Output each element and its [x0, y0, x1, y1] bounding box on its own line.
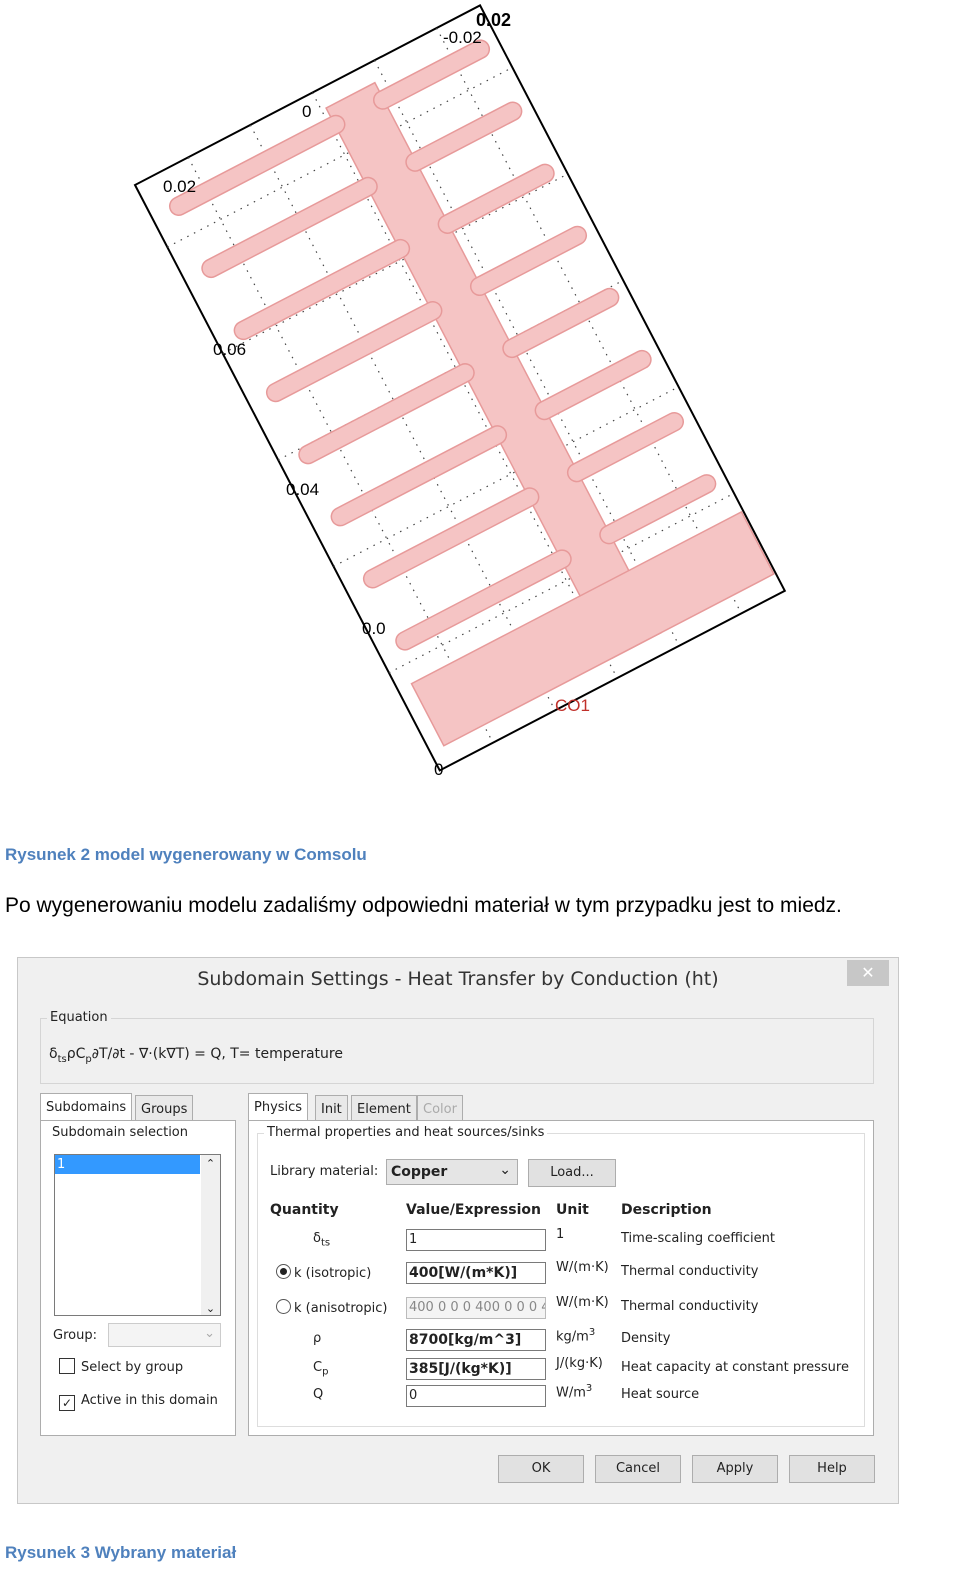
quantity-cell: Cp: [313, 1360, 329, 1378]
description-cell: Thermal conductivity: [621, 1264, 759, 1279]
help-button[interactable]: Help: [789, 1455, 875, 1483]
thermal-group-label: Thermal properties and heat sources/sink…: [264, 1125, 548, 1140]
chevron-down-icon: ⌄: [204, 1326, 215, 1341]
tick-label: 0.02: [476, 10, 511, 30]
active-in-domain-checkbox[interactable]: ✓ Active in this domain: [59, 1393, 218, 1411]
subdomain-settings-dialog: Subdomain Settings - Heat Transfer by Co…: [17, 957, 899, 1504]
tick-label: 0: [434, 760, 443, 779]
heatsink-fin: [405, 101, 523, 172]
quantity-cell: Q: [313, 1387, 324, 1402]
unit-cell: W/(m·K): [556, 1260, 609, 1275]
tab-subdomains[interactable]: Subdomains: [40, 1093, 133, 1122]
quantity-cell: ρ: [313, 1331, 322, 1346]
heatsink-fin: [566, 412, 684, 483]
radio-button[interactable]: [276, 1264, 291, 1279]
tick-label: 0.02: [163, 177, 196, 196]
comsol-geometry-figure: 0.02 -0.02 0 0.02 0.06 0.04 0.0 0 CO1: [133, 4, 787, 779]
heatsink-fin: [534, 349, 652, 421]
group-label: Group:: [53, 1328, 97, 1343]
unit-cell: kg/m3: [556, 1327, 596, 1345]
unit-cell: W/m3: [556, 1383, 593, 1401]
header-unit: Unit: [556, 1202, 589, 1218]
value-input[interactable]: 1: [406, 1229, 546, 1251]
ok-button[interactable]: OK: [498, 1455, 584, 1483]
tick-label: 0.06: [213, 340, 246, 359]
quantity-cell[interactable]: k (anisotropic): [276, 1299, 387, 1316]
value-input[interactable]: 0: [406, 1385, 546, 1407]
close-icon: ✕: [861, 963, 875, 982]
tab-element[interactable]: Element: [351, 1095, 417, 1122]
grid-lines: [167, 27, 742, 743]
heatsink-fin: [437, 163, 555, 234]
description-cell: Heat source: [621, 1387, 700, 1402]
paragraph: Po wygenerowaniu modelu zadaliśmy odpowi…: [5, 894, 842, 917]
scroll-up-icon[interactable]: ⌃: [201, 1155, 220, 1173]
equation-text: δtsρCp∂T/∂t - ∇·(k∇T) = Q, T= temperatur…: [49, 1046, 343, 1065]
tab-init[interactable]: Init: [315, 1095, 348, 1122]
unit-cell: 1: [556, 1227, 565, 1242]
header-quantity: Quantity: [270, 1202, 339, 1218]
unit-cell: W/(m·K): [556, 1295, 609, 1310]
tick-label: -0.02: [443, 28, 482, 47]
dialog-title: Subdomain Settings - Heat Transfer by Co…: [197, 968, 719, 990]
domain-label: CO1: [555, 696, 590, 715]
value-input[interactable]: 400 0 0 0 400 0 0 0 400: [406, 1297, 546, 1319]
radio-button[interactable]: [276, 1299, 291, 1314]
value-input[interactable]: 385[J/(kg*K)]: [406, 1358, 546, 1380]
unit-cell: J/(kg·K): [556, 1356, 603, 1371]
chevron-down-icon: ⌄: [499, 1162, 511, 1178]
group-select[interactable]: ⌄: [108, 1323, 221, 1347]
heatsink-fin: [372, 39, 491, 110]
heatsink-domain: [168, 39, 775, 747]
cancel-button[interactable]: Cancel: [595, 1455, 681, 1483]
tab-physics[interactable]: Physics: [248, 1093, 309, 1122]
tick-label: 0.0: [362, 619, 386, 638]
description-cell: Density: [621, 1331, 671, 1346]
subdomain-selection-label: Subdomain selection: [49, 1125, 191, 1140]
select-by-group-checkbox[interactable]: Select by group: [59, 1358, 183, 1375]
subdomain-list[interactable]: 1 ⌃ ⌄: [54, 1154, 221, 1316]
header-value: Value/Expression: [406, 1202, 541, 1218]
value-input[interactable]: 400[W/(m*K)]: [406, 1262, 546, 1284]
close-button[interactable]: ✕: [847, 960, 889, 986]
quantity-cell[interactable]: k (isotropic): [276, 1264, 371, 1281]
description-cell: Thermal conductivity: [621, 1299, 759, 1314]
description-cell: Time-scaling coefficient: [621, 1231, 776, 1246]
value-input[interactable]: 8700[kg/m^3]: [406, 1329, 546, 1351]
quantity-cell: δts: [313, 1231, 331, 1249]
library-material-label: Library material:: [270, 1164, 379, 1179]
tick-label: 0.04: [286, 480, 319, 499]
subdomains-panel: Subdomain selection 1 ⌃ ⌄ Group: ⌄ Selec…: [40, 1120, 236, 1436]
library-material-select[interactable]: Copper ⌄: [386, 1159, 518, 1185]
list-item[interactable]: 1: [55, 1155, 200, 1174]
axes-frame: [133, 4, 787, 772]
apply-button[interactable]: Apply: [692, 1455, 778, 1483]
figure-caption: Rysunek 2 model wygenerowany w Comsolu: [5, 845, 367, 864]
header-description: Description: [621, 1202, 712, 1218]
load-button[interactable]: Load...: [528, 1159, 616, 1187]
equation-label: Equation: [47, 1010, 111, 1025]
tab-groups[interactable]: Groups: [135, 1095, 194, 1122]
description-cell: Heat capacity at constant pressure: [621, 1360, 849, 1375]
equation-group: Equation δtsρCp∂T/∂t - ∇·(k∇T) = Q, T= t…: [40, 1010, 874, 1084]
physics-panel: Thermal properties and heat sources/sink…: [248, 1120, 874, 1436]
figure-caption: Rysunek 3 Wybrany materiał: [5, 1543, 237, 1562]
heatsink-fin: [469, 225, 588, 297]
heatsink-fin: [502, 287, 620, 359]
scroll-down-icon[interactable]: ⌄: [201, 1302, 220, 1315]
tab-color: Color: [417, 1095, 463, 1122]
thermal-properties-group: Thermal properties and heat sources/sink…: [257, 1125, 865, 1427]
tick-label: 0: [302, 102, 311, 121]
scrollbar[interactable]: ⌃ ⌄: [201, 1155, 220, 1315]
